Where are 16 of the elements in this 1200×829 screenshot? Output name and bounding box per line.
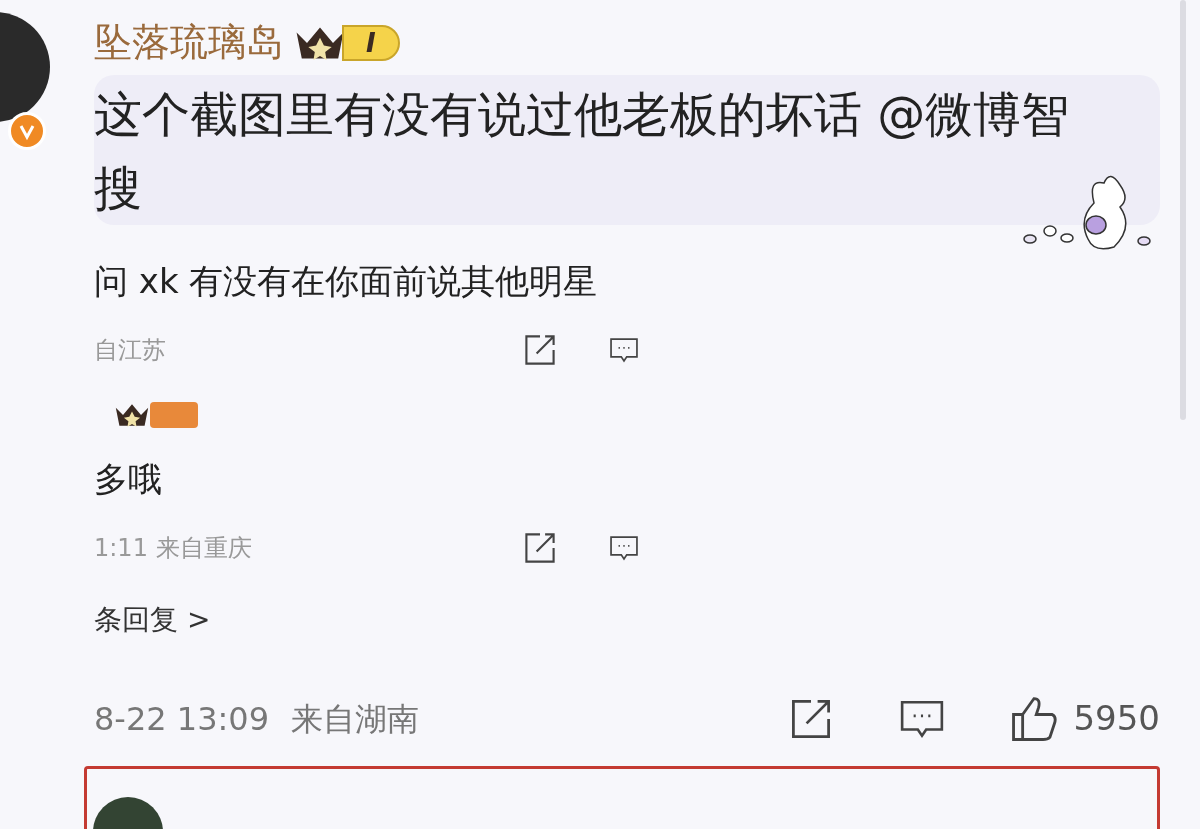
- badge-label: [150, 402, 198, 428]
- reply-text: 多哦: [94, 458, 163, 501]
- comment-icon[interactable]: [609, 533, 639, 563]
- comment-text: 这个截图里有没有说过他老板的坏话 @微博智搜: [94, 85, 1071, 218]
- level-badge: I: [294, 21, 400, 64]
- author-name[interactable]: 坠落琉璃岛: [94, 14, 284, 71]
- like-count: 5950: [1073, 697, 1160, 740]
- post-location: 来自湖南: [291, 698, 420, 740]
- reply-text: 问 xk 有没有在你面前说其他明星: [94, 260, 599, 303]
- replies-link[interactable]: 条回复 >: [94, 599, 639, 641]
- reply-meta: 自江苏: [94, 335, 167, 366]
- post-time: 8-22 13:09: [94, 698, 269, 740]
- comment-icon[interactable]: [609, 335, 639, 365]
- edit-icon[interactable]: [523, 531, 557, 565]
- reply-meta: 1:11 来自重庆: [94, 533, 253, 564]
- edit-icon[interactable]: [523, 333, 557, 367]
